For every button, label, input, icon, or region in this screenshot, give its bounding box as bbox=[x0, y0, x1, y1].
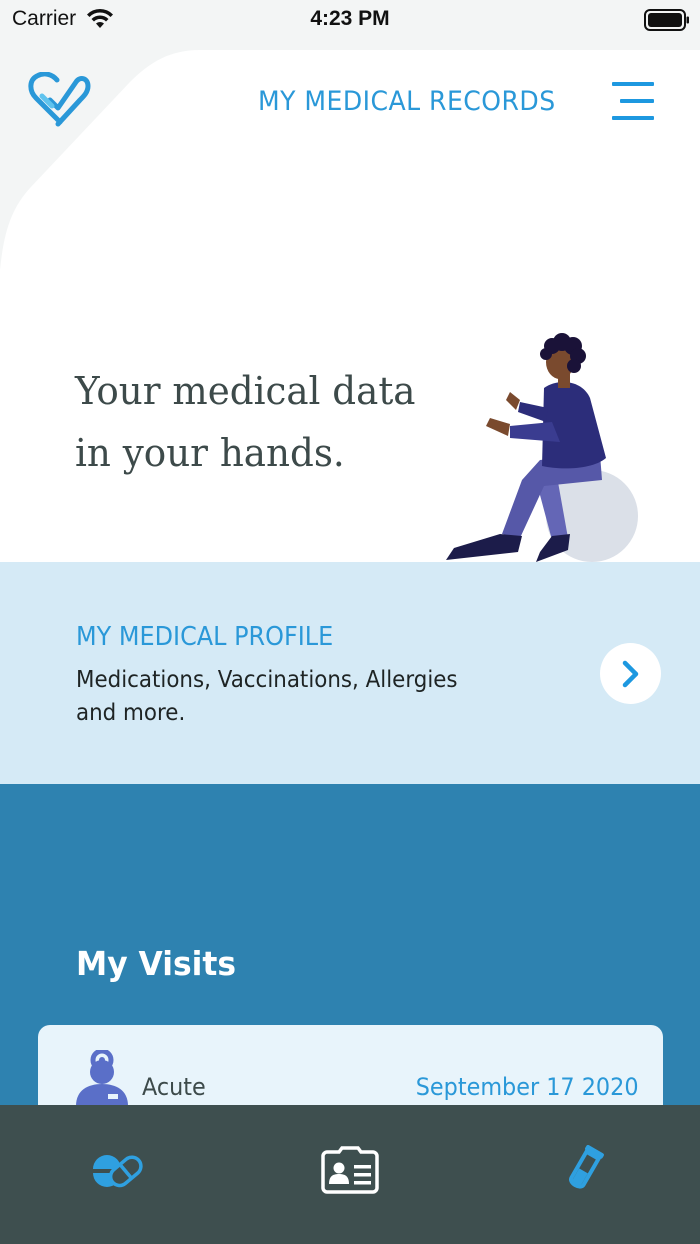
visit-date: September 17 2020 bbox=[416, 1073, 639, 1101]
visit-type: Acute bbox=[142, 1073, 206, 1101]
chevron-right-icon bbox=[622, 660, 638, 687]
profile-description: Medications, Vaccinations, Allergies and… bbox=[76, 667, 458, 726]
pills-icon bbox=[93, 1155, 143, 1188]
visits-title: My Visits bbox=[76, 944, 237, 983]
status-time: 4:23 PM bbox=[310, 7, 390, 30]
tab-profile[interactable] bbox=[318, 1140, 382, 1200]
doctor-icon bbox=[76, 1050, 128, 1106]
tab-medications[interactable] bbox=[84, 1140, 148, 1200]
battery-icon bbox=[644, 9, 689, 31]
page-title: MY MEDICAL RECORDS bbox=[258, 86, 556, 117]
person-on-ball-illustration bbox=[446, 333, 638, 562]
header-background bbox=[0, 40, 700, 270]
hero-line-1: Your medical data bbox=[75, 369, 416, 413]
hamburger-menu-icon[interactable] bbox=[606, 78, 660, 126]
menu-line-middle bbox=[620, 99, 654, 103]
id-card-icon bbox=[321, 1146, 379, 1194]
heart-logo-icon[interactable] bbox=[28, 72, 92, 128]
profile-title: MY MEDICAL PROFILE bbox=[76, 622, 334, 652]
profile-open-button[interactable] bbox=[600, 643, 661, 704]
test-tube-icon bbox=[569, 1145, 604, 1189]
menu-line-bottom bbox=[612, 116, 654, 120]
hero-line-2: in your hands. bbox=[75, 431, 345, 475]
hero-headline: Your medical data in your hands. bbox=[75, 360, 416, 484]
status-bar: Carrier 4:23 PM bbox=[0, 0, 700, 40]
tab-tests[interactable] bbox=[552, 1140, 616, 1200]
menu-line-top bbox=[612, 82, 654, 86]
